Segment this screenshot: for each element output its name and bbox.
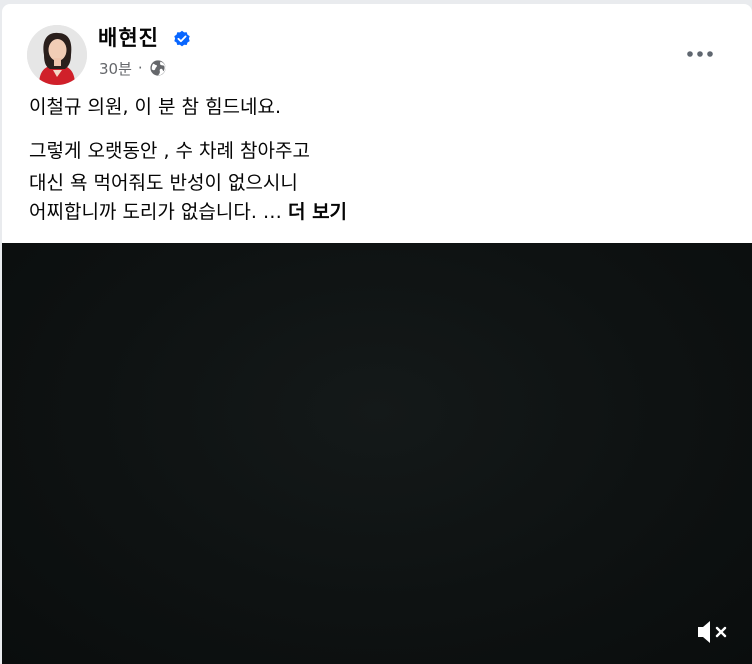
video-player[interactable]: [2, 243, 752, 664]
post-text-line: 그렇게 오랫동안 , 수 차례 참아주고: [29, 140, 310, 162]
verified-badge-icon: [174, 30, 190, 47]
post-card: 배현진 30분 · 이철규 의원, 이 분 참 힘드네요. 그렇게 오랫동안 ,…: [2, 4, 752, 664]
more-options-button[interactable]: [682, 36, 718, 72]
post-timestamp[interactable]: 30분: [99, 58, 132, 79]
post-meta: 30분 ·: [99, 57, 167, 79]
author-name[interactable]: 배현진: [98, 24, 159, 52]
post-text-line: 대신 욕 먹어줘도 반성이 없으시니: [29, 172, 298, 194]
avatar-photo: [27, 25, 87, 85]
post-text-line: 이철규 의원, 이 분 참 힘드네요.: [29, 96, 282, 118]
mute-toggle-button[interactable]: [695, 617, 731, 647]
author-avatar[interactable]: [27, 25, 87, 85]
globe-icon[interactable]: [149, 59, 167, 77]
more-options-icon: [687, 51, 713, 57]
volume-muted-icon: [698, 621, 727, 643]
meta-separator: ·: [137, 59, 143, 77]
see-more-link[interactable]: 더 보기: [288, 201, 347, 223]
post-text-last-line: 어찌합니까 도리가 없습니다. … 더 보기: [29, 198, 347, 226]
post-text-line: 어찌합니까 도리가 없습니다. …: [29, 201, 288, 223]
